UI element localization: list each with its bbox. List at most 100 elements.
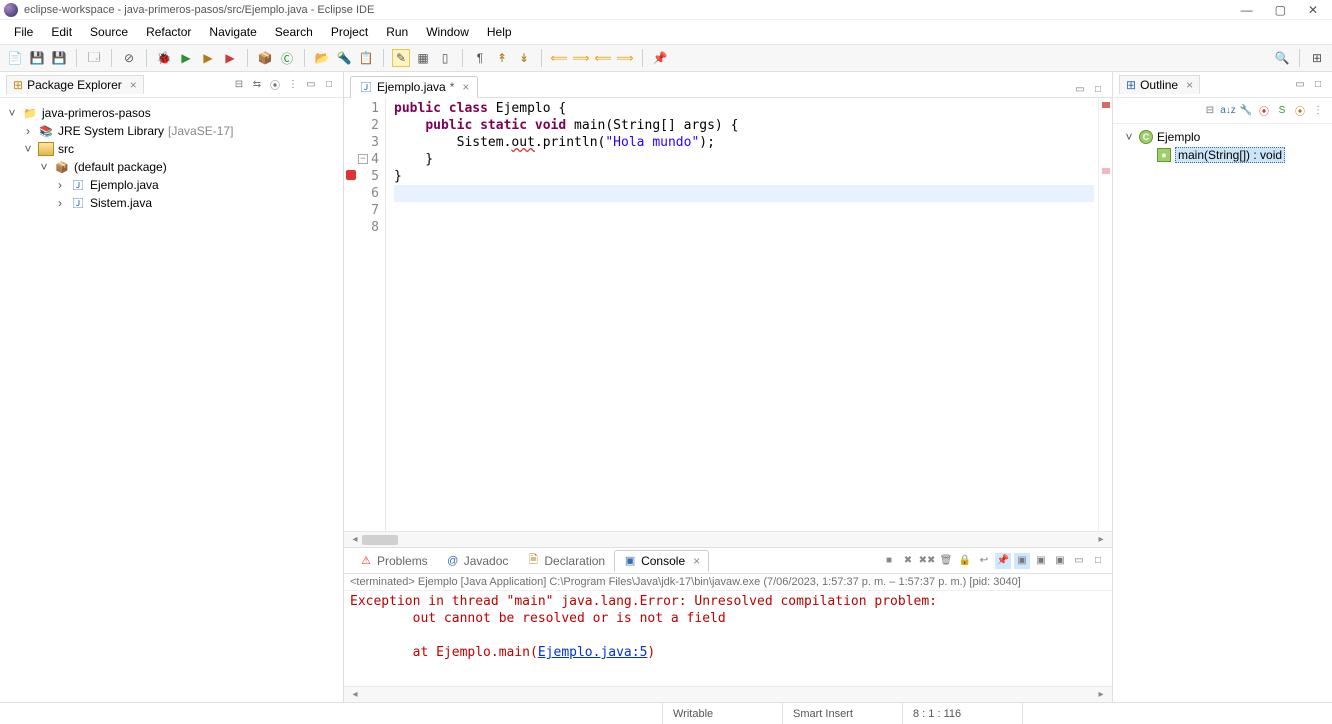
maximize-button[interactable]: ▢ <box>1275 3 1286 17</box>
tree-project[interactable]: ˅📁 java-primeros-pasos <box>6 104 343 122</box>
tree-src[interactable]: ˅ src <box>6 140 343 158</box>
clear-console-button[interactable]: 🗑 <box>938 553 954 569</box>
perspective-java-button[interactable]: ⊞ <box>1308 49 1326 67</box>
display-console-button[interactable]: ▣ <box>1014 553 1030 569</box>
code-area[interactable]: public class Ejemplo { public static voi… <box>386 98 1098 531</box>
back-button[interactable]: ⟸ <box>550 49 568 67</box>
word-wrap-button[interactable]: ↩ <box>976 553 992 569</box>
skip-breakpoints-button[interactable]: ⊘ <box>120 49 138 67</box>
annotation-prev-button[interactable]: ↟ <box>493 49 511 67</box>
collapse-all-button[interactable]: ⊟ <box>231 77 247 93</box>
maximize-view-button[interactable]: □ <box>321 77 337 93</box>
annotation-next-button[interactable]: ↡ <box>515 49 533 67</box>
new-button[interactable]: 📄 <box>6 49 24 67</box>
search-button[interactable]: 🔦 <box>335 49 353 67</box>
overview-ruler[interactable] <box>1098 98 1112 531</box>
view-menu-button[interactable]: ⋮ <box>285 77 301 93</box>
save-button[interactable]: 💾 <box>28 49 46 67</box>
hide-local-button[interactable]: ⦿ <box>1292 103 1308 119</box>
outline-tab[interactable]: ⊞ Outline × <box>1119 75 1200 94</box>
open-type-button[interactable]: 📂 <box>313 49 331 67</box>
overview-warning-marker[interactable] <box>1102 168 1110 174</box>
close-icon[interactable]: × <box>1186 78 1193 92</box>
package-explorer-tree[interactable]: ˅📁 java-primeros-pasos ›📚 JRE System Lib… <box>0 98 343 218</box>
menu-refactor[interactable]: Refactor <box>138 23 199 41</box>
toggle-mark-button[interactable]: ✎ <box>392 49 410 67</box>
tree-file-ejemplo[interactable]: ›🄹 Ejemplo.java <box>6 176 343 194</box>
close-icon[interactable]: × <box>693 554 700 568</box>
close-button[interactable]: ✕ <box>1308 3 1318 17</box>
menu-project[interactable]: Project <box>323 23 376 41</box>
focus-active-button[interactable]: ⊟ <box>1202 103 1218 119</box>
overview-error-marker[interactable] <box>1102 102 1110 108</box>
tab-problems[interactable]: ⚠ Problems <box>350 550 437 572</box>
open-task-button[interactable]: 📋 <box>357 49 375 67</box>
hide-fields-button[interactable]: 🔧 <box>1238 103 1254 119</box>
forward-button[interactable]: ⟹ <box>572 49 590 67</box>
tree-jre[interactable]: ›📚 JRE System Library [JavaSE-17] <box>6 122 343 140</box>
quick-access-button[interactable]: 🔍 <box>1273 49 1291 67</box>
toggle-block-button[interactable]: ▦ <box>414 49 432 67</box>
toggle-breadcrumb-button[interactable]: 🗔 <box>85 49 103 67</box>
tab-console[interactable]: ▣ Console × <box>614 550 709 572</box>
tab-declaration[interactable]: 🗎 Declaration <box>517 550 614 572</box>
run-last-button[interactable]: ▶ <box>221 49 239 67</box>
menu-run[interactable]: Run <box>378 23 416 41</box>
stack-trace-link[interactable]: Ejemplo.java:5 <box>538 645 648 660</box>
outline-menu-button[interactable]: ⋮ <box>1310 103 1326 119</box>
line-gutter[interactable]: 1 2 3 −4 5 6 7 8 <box>344 98 386 531</box>
maximize-outline-button[interactable]: □ <box>1310 77 1326 93</box>
close-icon[interactable]: × <box>462 80 469 94</box>
tree-default-package[interactable]: ˅📦 (default package) <box>6 158 343 176</box>
editor-area[interactable]: 1 2 3 −4 5 6 7 8 public class Ejemplo { … <box>344 98 1112 531</box>
menu-help[interactable]: Help <box>479 23 520 41</box>
remove-all-button[interactable]: ✖✖ <box>919 553 935 569</box>
outline-tree[interactable]: ˅ C Ejemplo ● main(String[]) : void <box>1113 124 1332 702</box>
fold-icon[interactable]: − <box>358 154 368 164</box>
show-whitespace-button[interactable]: ▯ <box>436 49 454 67</box>
coverage-button[interactable]: ▶ <box>199 49 217 67</box>
minimize-editor-button[interactable]: ▭ <box>1072 81 1088 97</box>
scroll-lock-button[interactable]: 🔒 <box>957 553 973 569</box>
back2-button[interactable]: ⟸ <box>594 49 612 67</box>
maximize-bottom-button[interactable]: □ <box>1090 553 1106 569</box>
pin-console-button[interactable]: 📌 <box>995 553 1011 569</box>
hide-static-button[interactable]: ⦿ <box>1256 103 1272 119</box>
menu-edit[interactable]: Edit <box>43 23 80 41</box>
show-console-button[interactable]: ▣ <box>1033 553 1049 569</box>
remove-launch-button[interactable]: ✖ <box>900 553 916 569</box>
new-class-button[interactable]: Ⓒ <box>278 49 296 67</box>
new-package-button[interactable]: 📦 <box>256 49 274 67</box>
menu-navigate[interactable]: Navigate <box>201 23 264 41</box>
console-output[interactable]: Exception in thread "main" java.lang.Err… <box>344 591 1112 686</box>
menu-window[interactable]: Window <box>418 23 477 41</box>
menu-search[interactable]: Search <box>267 23 321 41</box>
open-console-button[interactable]: ▣ <box>1052 553 1068 569</box>
focus-button[interactable]: ⦿ <box>267 77 283 93</box>
menu-file[interactable]: File <box>6 23 41 41</box>
error-marker-icon[interactable] <box>346 170 356 180</box>
menu-source[interactable]: Source <box>82 23 136 41</box>
tree-file-sistem[interactable]: ›🄹 Sistem.java <box>6 194 343 212</box>
run-button[interactable]: ▶ <box>177 49 195 67</box>
maximize-editor-button[interactable]: □ <box>1090 81 1106 97</box>
save-all-button[interactable]: 💾 <box>50 49 68 67</box>
sort-button[interactable]: a↓z <box>1220 103 1236 119</box>
editor-tab-ejemplo[interactable]: 🄹 Ejemplo.java * × <box>350 76 478 98</box>
pin-editor-button[interactable]: 📌 <box>651 49 669 67</box>
package-explorer-tab[interactable]: ⊞ Package Explorer × <box>6 75 144 94</box>
close-icon[interactable]: × <box>130 78 137 92</box>
terminate-button[interactable]: ■ <box>881 553 897 569</box>
paragraph-button[interactable]: ¶ <box>471 49 489 67</box>
debug-button[interactable]: 🐞 <box>155 49 173 67</box>
link-editor-button[interactable]: ⇆ <box>249 77 265 93</box>
outline-method-row[interactable]: ● main(String[]) : void <box>1113 146 1332 164</box>
hide-non-public-button[interactable]: S <box>1274 103 1290 119</box>
console-horizontal-scrollbar[interactable]: ◂▸ <box>344 686 1112 702</box>
outline-class-row[interactable]: ˅ C Ejemplo <box>1113 128 1332 146</box>
tab-javadoc[interactable]: @ Javadoc <box>437 550 518 572</box>
editor-horizontal-scrollbar[interactable]: ◂▸ <box>344 531 1112 547</box>
minimize-button[interactable]: — <box>1241 3 1253 17</box>
minimize-outline-button[interactable]: ▭ <box>1292 77 1308 93</box>
forward2-button[interactable]: ⟹ <box>616 49 634 67</box>
